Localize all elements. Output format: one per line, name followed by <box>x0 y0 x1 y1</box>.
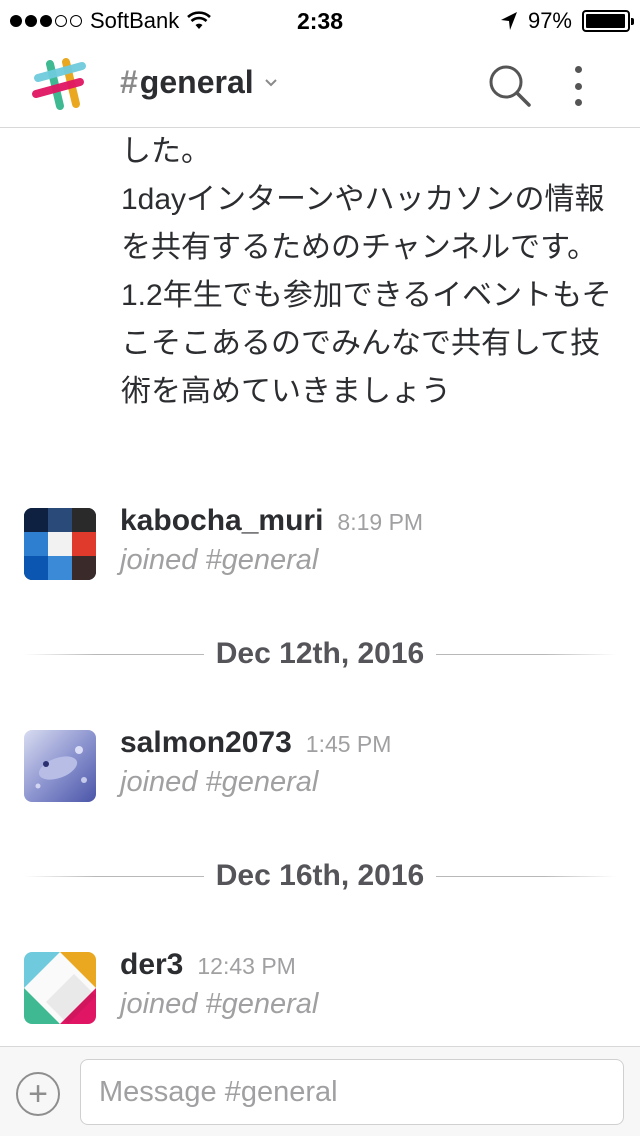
divider-line <box>24 653 204 655</box>
avatar[interactable] <box>24 508 96 580</box>
message-timestamp: 1:45 PM <box>305 731 392 757</box>
message-input[interactable] <box>80 1059 624 1125</box>
status-bar: SoftBank 2:38 97% <box>0 0 640 40</box>
message-timestamp: 12:43 PM <box>197 953 296 979</box>
channel-hash: # <box>120 64 138 100</box>
battery-icon <box>582 10 634 32</box>
channel-title[interactable]: # general <box>120 64 278 101</box>
status-right: 97% <box>500 8 634 34</box>
menu-dot <box>574 99 582 106</box>
list-item[interactable]: kabocha_muri 8:19 PM joined #general <box>24 504 624 588</box>
date-divider-label: Dec 12th, 2016 <box>215 637 425 670</box>
list-item[interactable]: der3 12:43 PM joined #general <box>24 948 624 1032</box>
list-item[interactable]: salmon2073 1:45 PM joined #general <box>24 726 624 810</box>
message-text: joined #general <box>120 988 319 1020</box>
chevron-down-icon[interactable] <box>264 76 278 90</box>
avatar[interactable] <box>24 730 96 802</box>
message-list[interactable]: した。 1dayインターンやハッカソンの情報を共有するためのチャンネルです。 1… <box>0 128 640 1046</box>
message-username[interactable]: kabocha_muri 8:19 PM <box>120 504 423 538</box>
message-composer: + <box>0 1046 640 1136</box>
channel-header: # general <box>0 40 640 128</box>
username-text: der3 <box>120 948 184 981</box>
battery-fill <box>586 14 625 28</box>
more-vertical-icon[interactable] <box>566 66 590 106</box>
message-username[interactable]: salmon2073 1:45 PM <box>120 726 391 760</box>
divider-line <box>436 875 616 877</box>
slack-logo-icon[interactable] <box>30 56 88 114</box>
location-arrow-icon <box>500 12 517 30</box>
divider-line <box>436 653 616 655</box>
date-divider-label: Dec 16th, 2016 <box>215 859 425 892</box>
divider-line <box>24 875 204 877</box>
message-text: joined #general <box>120 766 319 798</box>
message-text: joined #general <box>120 544 319 576</box>
date-divider: Dec 16th, 2016 <box>24 856 616 896</box>
date-divider: Dec 12th, 2016 <box>24 634 616 674</box>
avatar[interactable] <box>24 952 96 1024</box>
menu-dot <box>574 82 582 90</box>
username-text: kabocha_muri <box>120 504 324 537</box>
search-icon[interactable] <box>486 62 532 108</box>
message-username[interactable]: der3 12:43 PM <box>120 948 296 982</box>
add-attachment-button[interactable]: + <box>16 1072 60 1116</box>
menu-dot <box>574 66 582 73</box>
battery-percent: 97% <box>527 8 572 33</box>
message-body: した。 1dayインターンやハッカソンの情報を共有するためのチャンネルです。 1… <box>121 135 612 408</box>
username-text: salmon2073 <box>120 726 292 759</box>
channel-name: general <box>139 64 254 100</box>
message-timestamp: 8:19 PM <box>337 509 424 535</box>
